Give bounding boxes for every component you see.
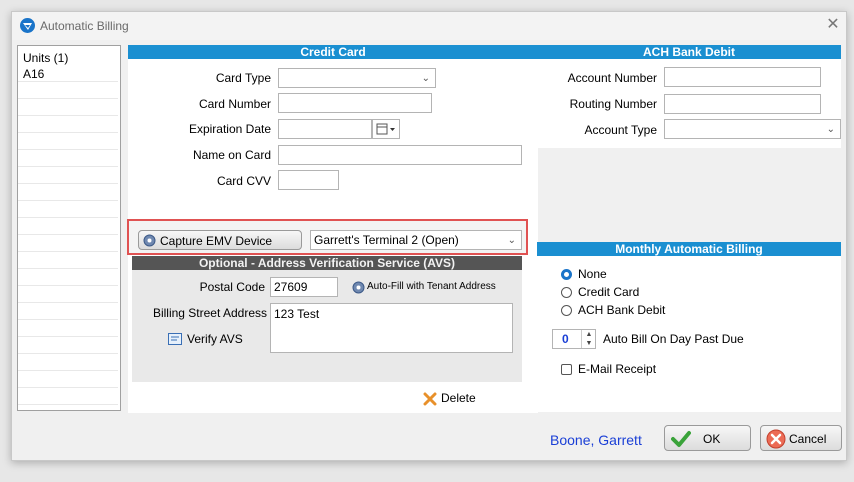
title-bar: Automatic Billing ✕: [12, 12, 846, 40]
name-on-card-label: Name on Card: [192, 148, 271, 162]
cancel-button[interactable]: Cancel: [760, 425, 842, 451]
stepper-arrows-icon[interactable]: ▲ ▼: [581, 330, 596, 348]
list-item: [18, 185, 118, 201]
monthly-billing-panel: Monthly Automatic Billing None Credit Ca…: [537, 242, 841, 412]
cancel-label: Cancel: [789, 432, 827, 446]
list-item: [18, 151, 118, 167]
radio-ach-bank-debit[interactable]: [561, 305, 572, 316]
ach-header: ACH Bank Debit: [537, 45, 841, 59]
unit-item-a16[interactable]: A16: [18, 66, 118, 82]
list-item: [18, 100, 118, 116]
cancel-x-icon: [766, 429, 786, 449]
card-cvv-input[interactable]: [278, 170, 339, 190]
email-receipt-label: E-Mail Receipt: [578, 362, 657, 376]
list-item: [18, 321, 118, 337]
monthly-header: Monthly Automatic Billing: [537, 242, 841, 256]
account-number-input[interactable]: [664, 67, 821, 87]
auto-bill-day-stepper[interactable]: 0 ▲ ▼: [552, 329, 596, 349]
units-list[interactable]: Units (1) A16: [17, 45, 121, 411]
id-card-icon: [168, 333, 182, 345]
terminal-select[interactable]: Garrett's Terminal 2 (Open) ⌄: [310, 230, 522, 250]
emv-capture-row: Capture EMV Device Garrett's Terminal 2 …: [127, 219, 528, 255]
avs-section: Optional - Address Verification Service …: [132, 256, 522, 382]
list-item: [18, 219, 118, 235]
postal-code-label: Postal Code: [199, 280, 265, 294]
expiration-date-input[interactable]: [278, 119, 372, 139]
verify-avs-label: Verify AVS: [187, 332, 243, 346]
list-item: [18, 304, 118, 320]
list-item: [18, 355, 118, 371]
list-item: [18, 134, 118, 150]
delete-label: Delete: [441, 391, 476, 405]
chevron-down-icon: ⌄: [507, 235, 516, 246]
radio-ach-label: ACH Bank Debit: [578, 303, 666, 317]
list-item: [18, 253, 118, 269]
gear-icon: [143, 234, 156, 247]
list-item: [18, 83, 118, 99]
card-number-label: Card Number: [198, 97, 271, 111]
list-item: [18, 168, 118, 184]
autofill-tenant-address-button[interactable]: Auto-Fill with Tenant Address: [352, 279, 512, 295]
card-cvv-label: Card CVV: [216, 174, 271, 188]
ok-button[interactable]: OK: [664, 425, 751, 451]
auto-bill-day-label: Auto Bill On Day Past Due: [603, 332, 744, 346]
card-type-label: Card Type: [215, 71, 271, 85]
credit-card-header: Credit Card: [128, 45, 538, 59]
automatic-billing-window: Automatic Billing ✕ Units (1) A16 Credit…: [11, 11, 847, 461]
list-item: [18, 389, 118, 405]
day-value: 0: [562, 332, 569, 346]
ok-label: OK: [703, 432, 721, 446]
card-number-input[interactable]: [278, 93, 432, 113]
chevron-down-icon: ⌄: [421, 73, 430, 84]
list-item: [18, 236, 118, 252]
account-number-label: Account Number: [567, 71, 657, 85]
postal-code-input[interactable]: 27609: [270, 277, 338, 297]
list-item: [18, 372, 118, 388]
name-on-card-input[interactable]: [278, 145, 522, 165]
current-user-name: Boone, Garrett: [550, 432, 642, 448]
expiration-date-label: Expiration Date: [188, 122, 271, 136]
routing-number-label: Routing Number: [569, 97, 657, 111]
radio-credit-card[interactable]: [561, 287, 572, 298]
capture-emv-label: Capture EMV Device: [160, 234, 273, 248]
card-type-select[interactable]: ⌄: [278, 68, 436, 88]
gear-icon: [352, 281, 365, 294]
units-header: Units (1): [23, 51, 69, 65]
window-title: Automatic Billing: [40, 19, 129, 33]
radio-none-label: None: [578, 267, 607, 281]
ach-bank-debit-panel: ACH Bank Debit Account Number Routing Nu…: [537, 45, 841, 148]
app-logo-icon: [20, 18, 35, 33]
delete-x-icon: [423, 392, 437, 406]
chevron-down-icon: ⌄: [826, 124, 835, 135]
verify-avs-button[interactable]: Verify AVS: [168, 331, 258, 349]
calendar-picker-button[interactable]: [372, 119, 400, 139]
calendar-icon: [376, 123, 395, 135]
capture-emv-device-button[interactable]: Capture EMV Device: [138, 230, 302, 250]
list-item: [18, 117, 118, 133]
delete-button[interactable]: Delete: [423, 390, 493, 408]
list-item: [18, 270, 118, 286]
list-item: [18, 202, 118, 218]
list-item: [18, 338, 118, 354]
autofill-label: Auto-Fill with Tenant Address: [367, 281, 496, 292]
avs-header: Optional - Address Verification Service …: [132, 256, 522, 270]
radio-none[interactable]: [561, 269, 572, 280]
terminal-value: Garrett's Terminal 2 (Open): [314, 233, 459, 247]
routing-number-input[interactable]: [664, 94, 821, 114]
account-type-label: Account Type: [584, 123, 658, 137]
email-receipt-checkbox[interactable]: [561, 364, 572, 375]
account-type-select[interactable]: ⌄: [664, 119, 841, 139]
radio-credit-card-label: Credit Card: [578, 285, 640, 299]
billing-street-address-label: Billing Street Address: [152, 306, 267, 320]
checkmark-icon: [671, 431, 691, 447]
close-icon[interactable]: ✕: [825, 16, 841, 34]
list-item: [18, 287, 118, 303]
billing-street-address-textarea[interactable]: 123 Test: [270, 303, 513, 353]
